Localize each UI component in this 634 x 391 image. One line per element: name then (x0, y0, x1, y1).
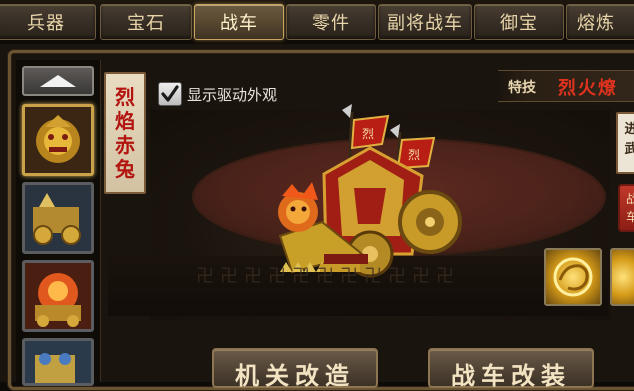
banner-text: 烈 (362, 127, 374, 141)
side-red-line: 车 (625, 210, 634, 224)
side-action-button[interactable]: 战 车 (618, 184, 634, 232)
name-char: 兔 (115, 157, 135, 181)
tab-label: 零件 (312, 13, 350, 34)
chariot-model: 烈 烈 (278, 104, 462, 278)
name-char: 赤 (115, 133, 135, 157)
skill-name: 烈火燎 (558, 78, 618, 99)
banner-text: 烈 (408, 148, 420, 162)
skill-label: 特技 (508, 80, 536, 96)
tab-chariot[interactable]: 战车 (194, 4, 284, 40)
chariot-slot-2[interactable] (22, 182, 94, 254)
mechanism-modify-button[interactable]: 机关改造 (212, 348, 378, 390)
tab-gems[interactable]: 宝石 (100, 4, 192, 40)
tab-weapons[interactable]: 兵器 (0, 4, 96, 40)
scroll-up-arrow-icon (40, 75, 76, 87)
tab-label: 兵器 (27, 13, 65, 34)
checkmark-icon (161, 85, 179, 102)
tab-label: 宝石 (127, 13, 165, 34)
tab-bar: 兵器 宝石 战车 零件 副将战车 御宝 熔炼 (0, 0, 634, 44)
tab-parts[interactable]: 零件 (286, 4, 376, 40)
tab-deputy-chariot[interactable]: 副将战车 (378, 4, 472, 40)
tab-label: 副将战车 (387, 13, 463, 34)
name-char: 焰 (115, 109, 135, 133)
chariot-slot-1[interactable] (22, 104, 94, 176)
tab-treasure[interactable]: 御宝 (474, 4, 564, 40)
chariot-thumb-icon (25, 107, 91, 173)
gold-dragon-gem-icon[interactable] (544, 248, 602, 306)
chariot-slot-3[interactable] (22, 260, 94, 332)
chariot-thumb-icon (25, 263, 91, 329)
tab-label: 熔炼 (577, 13, 615, 34)
chariot-refit-button[interactable]: 战车改装 (428, 348, 594, 390)
scroll-up-button[interactable] (22, 66, 94, 96)
chariot-slot-4[interactable] (22, 338, 94, 386)
side-red-line: 战 (625, 192, 634, 206)
dragon-emblem-icon (553, 257, 593, 297)
side-card-line: 进 (624, 122, 634, 137)
tab-smelt[interactable]: 熔炼 (566, 4, 634, 40)
show-appearance-checkbox[interactable] (158, 82, 182, 106)
show-appearance-label: 显示驱动外观 (187, 86, 278, 104)
tab-label: 御宝 (500, 13, 538, 34)
chariot-thumb-icon (25, 341, 91, 383)
side-info-card[interactable]: 进 武 (616, 112, 634, 174)
tab-label: 战车 (220, 13, 258, 34)
chariot-thumb-icon (25, 185, 91, 251)
name-char: 烈 (115, 85, 135, 109)
side-card-line: 武 (624, 142, 634, 157)
vehicle-name-plate: 烈 焰 赤 兔 (104, 72, 146, 194)
gem-slot-partial[interactable] (610, 248, 634, 306)
floor-ornament: 卍卍卍卍卍卍卍卍卍卍卍 (196, 266, 460, 287)
